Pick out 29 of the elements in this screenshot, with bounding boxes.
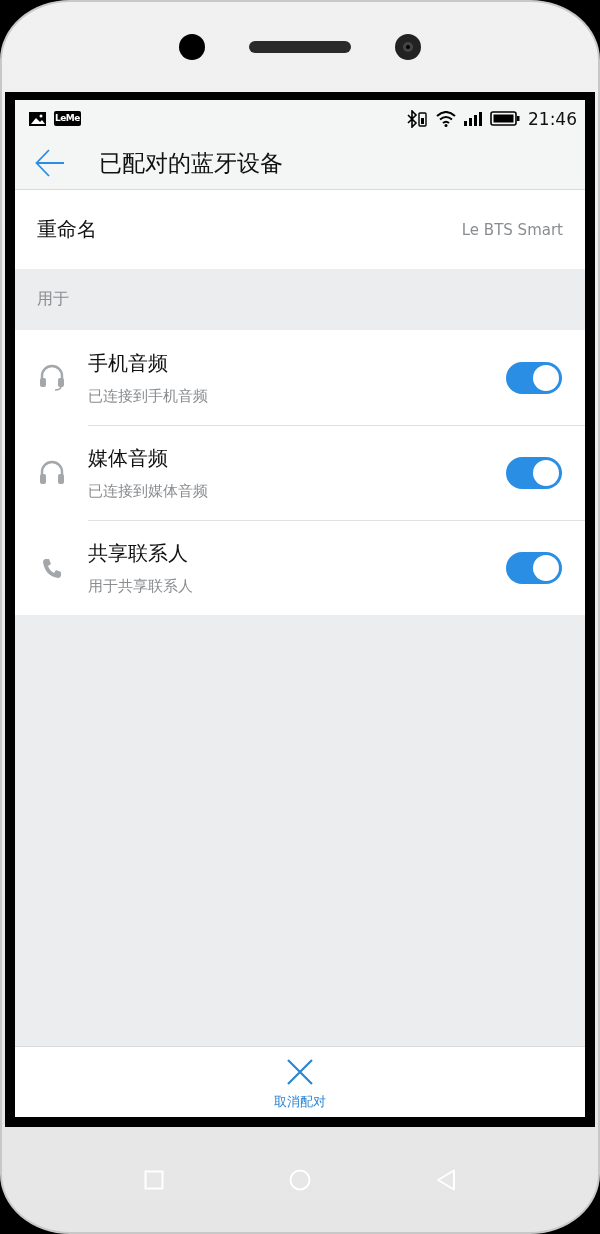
profile-title: 共享联系人 (88, 540, 189, 567)
screen-title: 已配对的蓝牙设备 (99, 148, 283, 178)
headphones-icon (38, 459, 65, 486)
profile-status: 已连接到媒体音频 (88, 482, 209, 501)
clock-time: 21:46 (528, 108, 577, 129)
bluetooth-icon (406, 109, 428, 128)
front-camera-icon (395, 34, 421, 60)
profile-status: 已连接到手机音频 (88, 386, 209, 406)
close-icon (287, 1059, 313, 1085)
profile-title: 手机音频 (88, 349, 169, 377)
rename-row[interactable]: 重命名 Le BTS Smart (15, 190, 585, 269)
headset-icon (38, 363, 65, 392)
wifi-icon (436, 110, 456, 127)
section-header: 用于 (37, 289, 69, 310)
signal-icon (464, 111, 482, 126)
toggle-switch[interactable] (506, 361, 562, 394)
battery-icon (490, 111, 520, 126)
profile-title: 媒体音频 (88, 445, 169, 472)
rename-label: 重命名 (37, 216, 97, 243)
unpair-button[interactable]: 取消配对 (274, 1047, 326, 1117)
device-name: Le BTS Smart (461, 220, 563, 239)
toggle-switch[interactable] (506, 552, 562, 584)
image-icon (29, 111, 46, 126)
front-sensor-icon (179, 34, 205, 60)
phone-icon (40, 556, 63, 579)
profile-status: 用于共享联系人 (88, 577, 194, 596)
toggle-switch[interactable] (506, 457, 562, 489)
speaker-grille-icon (249, 41, 351, 53)
app-badge: LeMe (54, 111, 81, 126)
